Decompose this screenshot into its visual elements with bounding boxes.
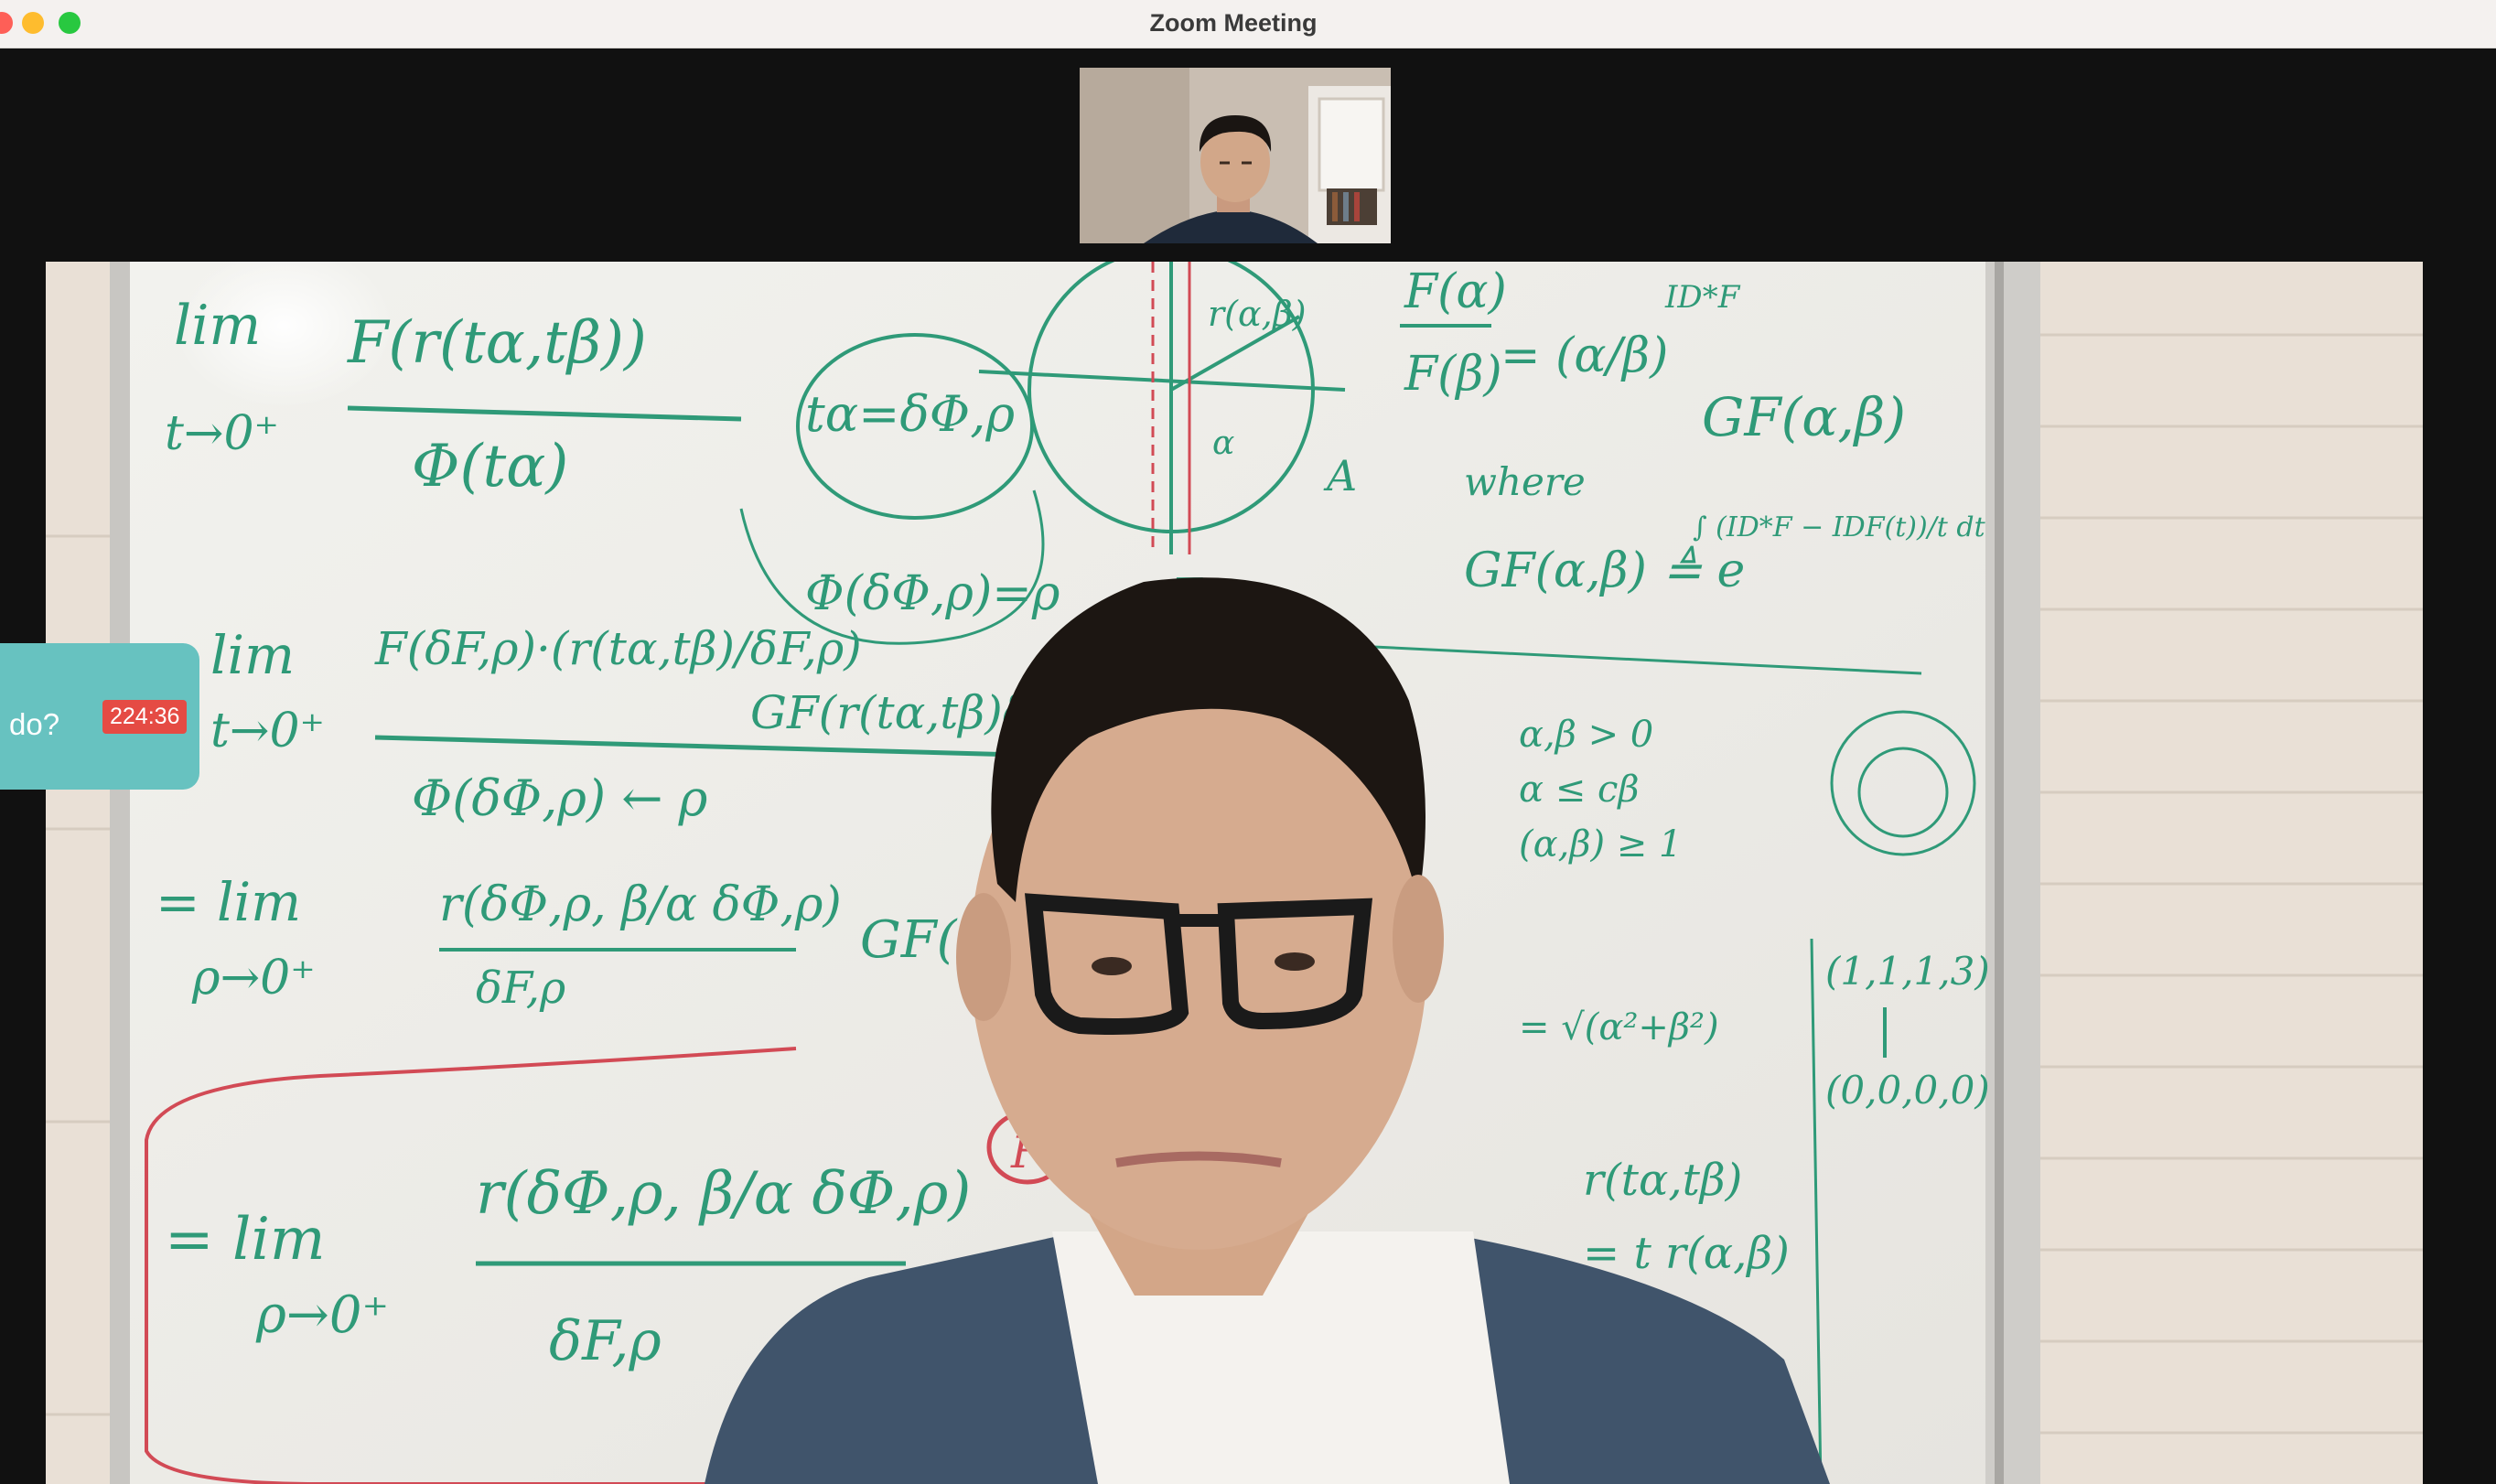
svg-text:GF(α,β) ≜ e: GF(α,β) ≜ e	[1464, 543, 1745, 598]
svg-text:tα=δΦ,ρ: tα=δΦ,ρ	[805, 385, 1015, 443]
svg-text:α: α	[1212, 425, 1234, 462]
svg-text:lim: lim	[210, 624, 295, 686]
svg-text:= lim: = lim	[165, 1206, 326, 1274]
svg-text:r(δΦ,ρ, β/α δΦ,ρ): r(δΦ,ρ, β/α δΦ,ρ)	[439, 877, 842, 932]
timer-widget-label: do?	[9, 707, 60, 741]
svg-text:Φ(δΦ,ρ) ← ρ: Φ(δΦ,ρ) ← ρ	[412, 769, 708, 827]
svg-text:F(α): F(α)	[1404, 264, 1507, 319]
svg-text:(0,0,0,0): (0,0,0,0)	[1825, 1068, 1990, 1113]
svg-text:ρ→0⁺: ρ→0⁺	[255, 1285, 389, 1345]
svg-text:(α,β) ≥ 1: (α,β) ≥ 1	[1519, 823, 1682, 866]
timer-countdown-badge: 224:36	[102, 700, 188, 734]
svg-text:Φ(δΦ,ρ)=ρ: Φ(δΦ,ρ)=ρ	[805, 566, 1060, 621]
svg-text:Φ(tα): Φ(tα)	[412, 433, 568, 500]
svg-text:ID*F: ID*F	[1664, 279, 1741, 316]
svg-text:F(δF,ρ)·(r(tα,tβ)/δF,ρ): F(δF,ρ)·(r(tα,tβ)/δF,ρ)	[374, 622, 862, 675]
svg-text:F(β): F(β)	[1404, 347, 1502, 402]
svg-text:= (α/β): = (α/β)	[1501, 328, 1668, 383]
svg-text:t→0⁺: t→0⁺	[210, 704, 325, 758]
svg-text:ρ→0⁺: ρ→0⁺	[191, 951, 316, 1005]
svg-text:(1,1,1,3): (1,1,1,3)	[1825, 949, 1990, 994]
svg-text:GF(α,β): GF(α,β)	[1702, 386, 1906, 448]
svg-text:= lim: = lim	[156, 871, 301, 933]
svg-text:t→0⁺: t→0⁺	[165, 406, 279, 461]
svg-text:r(α,β): r(α,β)	[1208, 294, 1307, 334]
svg-text:lim: lim	[174, 294, 261, 358]
svg-text:δF,ρ: δF,ρ	[549, 1309, 662, 1373]
svg-text:r(tα,tβ): r(tα,tβ)	[1583, 1155, 1742, 1206]
svg-text:δF,ρ: δF,ρ	[476, 962, 565, 1014]
title-bar: Zoom Meeting	[0, 0, 2496, 48]
svg-text:A: A	[1323, 451, 1357, 500]
svg-text:∫ (ID*F − IDF(t))/t dt: ∫ (ID*F − IDF(t))/t dt	[1693, 511, 1986, 543]
svg-text:F(r(tα,tβ)): F(r(tα,tβ))	[347, 309, 647, 377]
svg-text:= √(α²+β²): = √(α²+β²)	[1519, 1006, 1719, 1048]
window-title: Zoom Meeting	[1149, 9, 1318, 37]
svg-text:α,β > 0: α,β > 0	[1519, 714, 1653, 756]
speaker-video-frame: lim t→0⁺ F(r(tα,tβ)) Φ(tα) tα=δΦ,ρ Φ(δΦ,…	[46, 262, 2423, 1484]
svg-text:r(δΦ,ρ, β/α δΦ,ρ): r(δΦ,ρ, β/α δΦ,ρ)	[476, 1160, 971, 1228]
svg-text:α ≤ cβ: α ≤ cβ	[1519, 769, 1639, 811]
self-view-video	[1080, 68, 1391, 243]
svg-text:where: where	[1464, 459, 1586, 504]
main-video[interactable]: lim t→0⁺ F(r(tα,tβ)) Φ(tα) tα=δΦ,ρ Φ(δΦ,…	[46, 262, 2423, 1484]
self-view-thumbnail[interactable]	[1080, 68, 1391, 243]
meeting-stage: lim t→0⁺ F(r(tα,tβ)) Φ(tα) tα=δΦ,ρ Φ(δΦ,…	[0, 48, 2496, 1484]
svg-text:= t r(α,β): = t r(α,β)	[1583, 1228, 1790, 1279]
timer-widget[interactable]: do? 224:36	[0, 643, 199, 790]
